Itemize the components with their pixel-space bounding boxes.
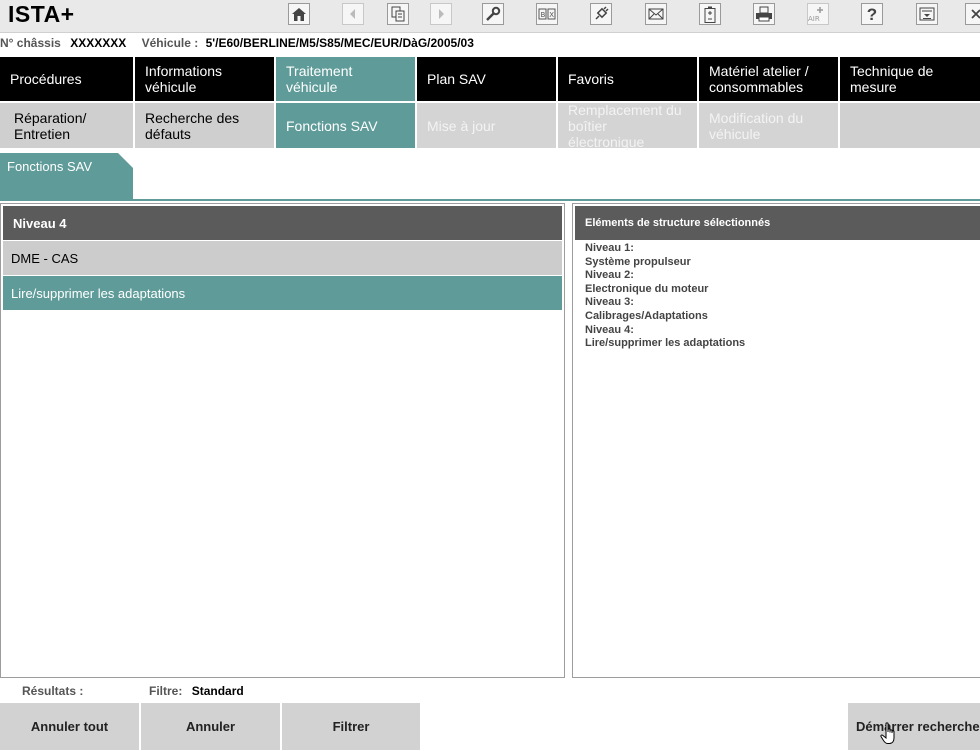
subtab-control-unit-replacement: Remplacement du boîtier électronique (558, 101, 697, 150)
selected-structure-header: Eléments de structure sélectionnés (575, 206, 980, 240)
subtab-label: Recherche des défauts (145, 109, 240, 142)
results-label: Résultats : (22, 684, 84, 698)
tab-procedures[interactable]: Procédures (0, 57, 133, 101)
selected-structure-panel: Eléments de structure sélectionnés Nivea… (572, 203, 980, 678)
download-icon[interactable] (916, 3, 938, 25)
chassis-value: XXXXXXX (70, 36, 127, 50)
tab-vehicle-processing[interactable]: Traitement véhicule (276, 57, 415, 101)
list-item-selected[interactable]: Lire/supprimer les adaptations (3, 276, 562, 310)
hand-cursor-icon (880, 722, 898, 751)
cancel-all-button[interactable]: Annuler tout (0, 703, 139, 750)
mail-icon[interactable] (645, 3, 667, 25)
structure-line: Niveau 3: (585, 296, 634, 309)
filter-button[interactable]: Filtrer (282, 703, 420, 750)
print-icon[interactable] (753, 3, 775, 25)
subtab-empty (840, 103, 980, 148)
tab-label: Procédures (10, 71, 82, 87)
battery-icon[interactable] (699, 3, 721, 25)
tab-label: Traitement véhicule (286, 63, 353, 95)
tab-label: Informations véhicule (145, 63, 223, 95)
plug-icon[interactable] (590, 3, 612, 25)
tab-label: Favoris (568, 71, 614, 87)
filter-label: Filtre: (149, 684, 183, 698)
back-icon[interactable] (342, 3, 364, 25)
tab-label: Matériel atelier / consommables (709, 63, 809, 95)
subtab-label: Modification du véhicule (709, 109, 804, 142)
selected-structure-list: Niveau 1: Système propulseur Niveau 2: E… (585, 242, 745, 351)
forward-icon[interactable] (430, 3, 452, 25)
tab-vehicle-information[interactable]: Informations véhicule (135, 57, 274, 101)
filter-info: Filtre: Standard (149, 684, 244, 698)
subtab-label: Fonctions SAV (286, 117, 378, 134)
subtab-vehicle-modification: Modification du véhicule (699, 103, 838, 148)
subtab-service-functions[interactable]: Fonctions SAV (276, 103, 415, 148)
app-title: ISTA+ (8, 1, 75, 27)
svg-text:X: X (549, 11, 554, 19)
tab-label: Technique de mesure (850, 63, 934, 95)
filter-value: Standard (191, 684, 244, 698)
vehicle-label: Véhicule : (141, 36, 199, 50)
list-item[interactable]: DME - CAS (3, 241, 562, 275)
subtab-label: Remplacement du boîtier électronique (568, 101, 682, 150)
vehicle-value: 5'/E60/BERLINE/M5/S85/MEC/EUR/DàG/2005/0… (205, 36, 474, 50)
bx-icon[interactable]: BX (536, 3, 558, 25)
list-item-label: Lire/supprimer les adaptations (11, 285, 186, 301)
breadcrumb-tab[interactable]: Fonctions SAV (0, 153, 133, 200)
vehicle-info: N° châssis XXXXXXX Véhicule : 5'/E60/BER… (0, 36, 474, 54)
air-icon[interactable]: AIR (807, 3, 829, 25)
structure-line: Calibrages/Adaptations (585, 309, 708, 322)
level-list-header: Niveau 4 (3, 206, 562, 240)
tab-service-plan[interactable]: Plan SAV (417, 57, 556, 101)
list-item-label: DME - CAS (11, 250, 79, 266)
structure-line: Electronique du moteur (585, 282, 709, 295)
subtab-fault-finding[interactable]: Recherche des défauts (135, 103, 274, 148)
tab-measurement-technique[interactable]: Technique de mesure (840, 57, 980, 101)
subtab-update: Mise à jour (417, 103, 556, 148)
help-icon[interactable]: ? (861, 3, 883, 25)
level-list-panel: Niveau 4 DME - CAS Lire/supprimer les ad… (0, 203, 565, 678)
help-label: ? (866, 4, 878, 24)
subtab-label: Mise à jour (427, 117, 496, 134)
close-icon[interactable] (965, 3, 980, 25)
documents-icon[interactable] (387, 3, 409, 25)
structure-line: Lire/supprimer les adaptations (585, 337, 746, 350)
wrench-icon[interactable] (482, 3, 504, 25)
structure-line: Niveau 1: (585, 242, 634, 254)
cancel-button[interactable]: Annuler (141, 703, 280, 750)
tab-label: Plan SAV (427, 71, 486, 87)
structure-line: Niveau 2: (585, 269, 634, 282)
home-icon[interactable] (288, 3, 310, 25)
svg-text:B: B (541, 11, 546, 19)
breadcrumb-divider (0, 199, 980, 201)
title-bar: ISTA+ BX AIR ? (0, 0, 980, 33)
subtab-repair-maintenance[interactable]: Réparation/ Entretien (0, 103, 133, 148)
structure-line: Système propulseur (585, 255, 691, 268)
air-label: AIR (808, 15, 820, 23)
tab-workshop-equipment[interactable]: Matériel atelier / consommables (699, 57, 838, 101)
structure-line: Niveau 4: (585, 323, 634, 336)
tab-favorites[interactable]: Favoris (558, 57, 697, 101)
start-search-button[interactable]: Démarrer recherche (848, 703, 980, 750)
chassis-label: N° châssis (0, 36, 61, 50)
subtab-label: Réparation/ Entretien (14, 109, 87, 142)
